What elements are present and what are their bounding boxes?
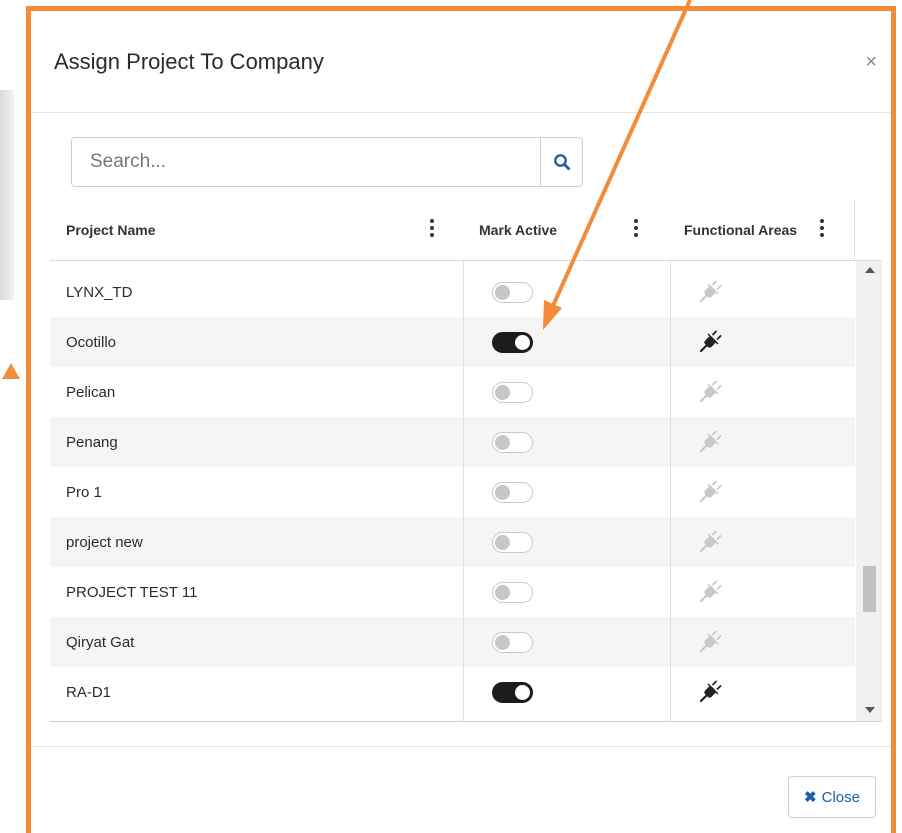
grid-bottom-border — [50, 721, 882, 722]
toggle-knob — [495, 635, 510, 650]
toggle-knob — [515, 335, 530, 350]
mark-active-toggle[interactable] — [492, 482, 533, 503]
scroll-up-arrow-icon[interactable] — [865, 267, 875, 273]
plug-icon[interactable] — [698, 380, 722, 404]
close-button[interactable]: ✖ Close — [788, 776, 876, 818]
project-name-cell: Pelican — [66, 383, 116, 401]
plug-icon[interactable] — [698, 430, 722, 454]
scroll-down-arrow-icon[interactable] — [865, 707, 875, 713]
column-menu-icon[interactable] — [427, 217, 437, 239]
project-name-cell: Qiryat Gat — [66, 633, 135, 651]
column-menu-icon[interactable] — [631, 217, 641, 239]
dialog-footer-divider — [31, 746, 891, 747]
projects-grid: Project Name Mark Active Functional Area… — [50, 199, 882, 723]
toggle-knob — [495, 535, 510, 550]
mark-active-toggle[interactable] — [492, 382, 533, 403]
column-header-mark-active[interactable]: Mark Active — [479, 199, 557, 260]
mark-active-toggle[interactable] — [492, 532, 533, 553]
toggle-knob — [495, 385, 510, 400]
plug-icon[interactable] — [698, 580, 722, 604]
search-button[interactable] — [540, 137, 583, 187]
table-row[interactable]: Qiryat Gat — [50, 617, 855, 667]
column-divider — [670, 261, 671, 721]
grid-header: Project Name Mark Active Functional Area… — [50, 199, 882, 261]
mark-active-toggle[interactable] — [492, 282, 533, 303]
grid-scrollbar[interactable] — [856, 261, 882, 721]
project-name-cell: Ocotillo — [66, 333, 117, 351]
toggle-knob — [495, 585, 510, 600]
dialog-title: Assign Project To Company — [54, 49, 324, 74]
header-divider — [854, 199, 855, 260]
scroll-thumb[interactable] — [863, 566, 876, 612]
project-name-cell: Penang — [66, 433, 118, 451]
project-name-cell: PROJECT TEST 11 — [66, 583, 198, 601]
column-header-functional-areas[interactable]: Functional Areas — [684, 199, 797, 260]
plug-icon[interactable] — [698, 330, 722, 354]
plug-icon[interactable] — [698, 530, 722, 554]
plug-icon[interactable] — [698, 680, 722, 704]
project-name-cell: LYNX_TD — [66, 283, 133, 301]
assign-project-dialog: Assign Project To Company × Project Name… — [26, 6, 896, 833]
project-name-cell: Pro 1 — [66, 483, 102, 501]
search-bar — [71, 137, 583, 187]
table-row[interactable]: project new — [50, 517, 855, 567]
grid-body: LYNX_TD Ocotillo Pelican Penang Pro 1 project… — [50, 261, 855, 721]
search-icon — [553, 154, 570, 171]
search-input[interactable] — [71, 137, 541, 187]
mark-active-toggle[interactable] — [492, 332, 533, 353]
mark-active-toggle[interactable] — [492, 682, 533, 703]
background-page-panel — [0, 90, 14, 300]
mark-active-toggle[interactable] — [492, 432, 533, 453]
mark-active-toggle[interactable] — [492, 582, 533, 603]
table-row[interactable]: Penang — [50, 417, 855, 467]
project-name-cell: RA-D1 — [66, 683, 112, 701]
toggle-knob — [495, 285, 510, 300]
table-row[interactable]: Pelican — [50, 367, 855, 417]
toggle-knob — [515, 685, 530, 700]
plug-icon[interactable] — [698, 480, 722, 504]
table-row[interactable]: PROJECT TEST 11 — [50, 567, 855, 617]
column-divider — [463, 261, 464, 721]
table-row[interactable]: RA-D1 — [50, 667, 855, 717]
close-icon: ✖ — [804, 789, 817, 806]
project-name-cell: project new — [66, 533, 143, 551]
mark-active-toggle[interactable] — [492, 632, 533, 653]
column-header-project-name[interactable]: Project Name — [66, 199, 155, 260]
table-row[interactable]: Ocotillo — [50, 317, 855, 367]
plug-icon[interactable] — [698, 630, 722, 654]
table-row[interactable]: LYNX_TD — [50, 267, 855, 317]
close-icon[interactable]: × — [865, 51, 877, 74]
toggle-knob — [495, 435, 510, 450]
close-button-label: Close — [821, 788, 860, 806]
toggle-knob — [495, 485, 510, 500]
plug-icon[interactable] — [698, 280, 722, 304]
dialog-header: Assign Project To Company × — [31, 11, 891, 113]
table-row[interactable]: Pro 1 — [50, 467, 855, 517]
annotation-arrow-left — [2, 363, 20, 379]
column-menu-icon[interactable] — [817, 217, 827, 239]
